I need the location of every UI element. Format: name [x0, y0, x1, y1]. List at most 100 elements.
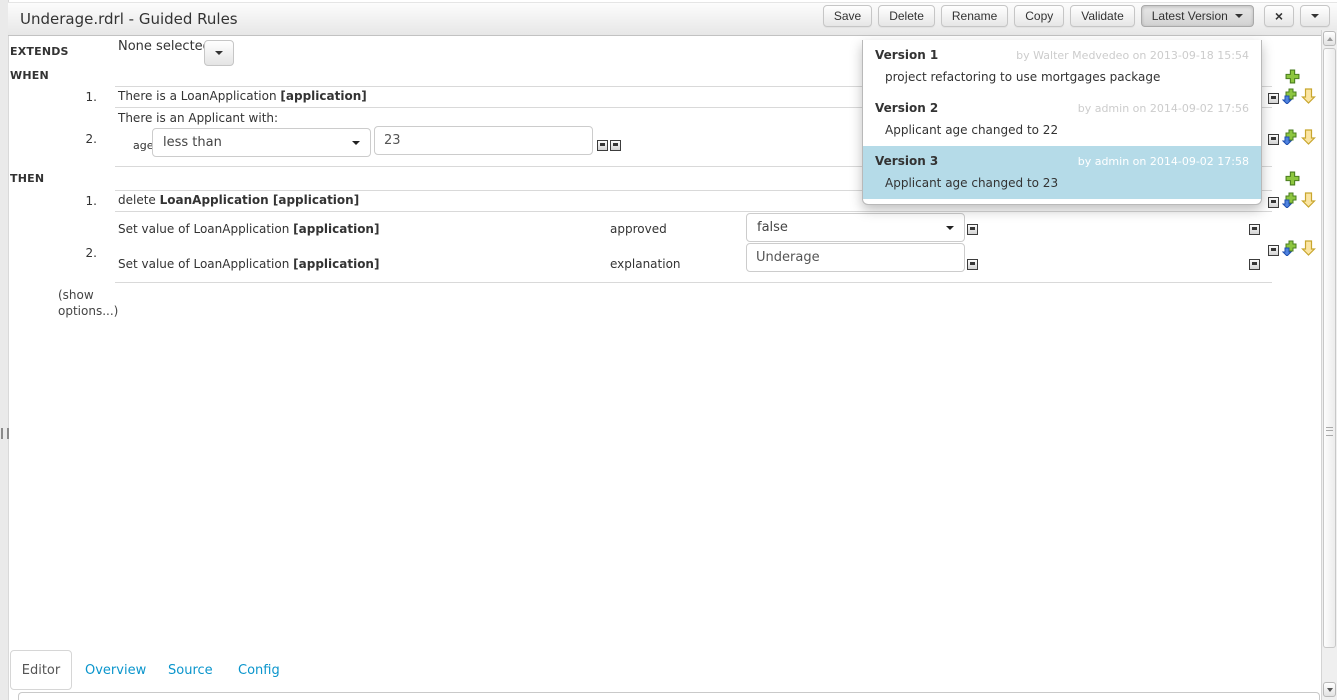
approved-field-label: approved: [610, 222, 667, 236]
tab-source[interactable]: Source: [168, 663, 213, 678]
caret-down-icon: [946, 226, 954, 230]
then-set1-binding: [application]: [293, 222, 379, 236]
approved-value: false: [757, 220, 788, 235]
arrow-down-icon: [1327, 688, 1333, 692]
when-row1-controls: [1268, 88, 1316, 108]
then-set1-text: Set value of LoanApplication: [118, 222, 293, 236]
version-item-selected[interactable]: Version 3 by admin on 2014-09-02 17:58 A…: [863, 146, 1261, 199]
explanation-value-input[interactable]: [746, 243, 965, 272]
then-row1-text: delete: [118, 193, 160, 207]
field-remove-button[interactable]: [610, 140, 621, 151]
tab-editor[interactable]: Editor: [10, 650, 72, 690]
guided-rules-editor: Underage.rdrl - Guided Rules Save Delete…: [0, 0, 1337, 700]
add-row-below-icon[interactable]: [1282, 88, 1298, 108]
version-meta: by Walter Medvedeo on 2013-09-18 15:54: [1016, 49, 1249, 62]
arrow-up-icon: [1327, 37, 1333, 41]
remove-row-button[interactable]: [1268, 93, 1279, 104]
then-set2-binding: [application]: [293, 257, 379, 271]
explanation-field-label: explanation: [610, 257, 681, 271]
add-row-below-icon[interactable]: [1282, 192, 1298, 212]
splitter-grip-icon: [1, 428, 9, 439]
caret-down-icon: [1311, 14, 1319, 18]
connective-add-button[interactable]: [597, 140, 608, 151]
then-row1-action[interactable]: delete LoanApplication [application]: [118, 193, 359, 207]
remove-row-button[interactable]: [1268, 197, 1279, 208]
then-row2-number: 2.: [75, 246, 97, 260]
divider: [115, 282, 1272, 283]
line-remove-button[interactable]: [1249, 259, 1260, 270]
version-head: Version 1 by Walter Medvedeo on 2013-09-…: [875, 48, 1249, 62]
when-row1-number: 1.: [75, 90, 97, 104]
add-row-below-icon[interactable]: [1282, 240, 1298, 260]
extends-dropdown-button[interactable]: [204, 40, 234, 66]
save-button[interactable]: Save: [823, 5, 872, 27]
move-down-icon[interactable]: [1301, 129, 1316, 149]
then-row1-controls: [1268, 192, 1316, 212]
close-button[interactable]: ×: [1264, 5, 1294, 27]
age-operator-value: less than: [163, 135, 222, 150]
extends-label: EXTENDS: [10, 45, 69, 58]
panel-splitter[interactable]: [0, 0, 9, 700]
remove-row-button[interactable]: [1268, 245, 1279, 256]
then-label: THEN: [10, 172, 44, 185]
age-value-input[interactable]: [374, 126, 593, 155]
when-label: WHEN: [10, 69, 49, 82]
tab-config[interactable]: Config: [238, 663, 280, 678]
tab-overview[interactable]: Overview: [85, 663, 146, 678]
version-selector-label: Latest Version: [1152, 9, 1228, 23]
add-row-below-icon[interactable]: [1282, 129, 1298, 149]
scroll-up-button[interactable]: [1323, 31, 1336, 46]
then-row2-controls: [1268, 240, 1316, 260]
add-condition-icon[interactable]: [1285, 69, 1300, 88]
close-icon: ×: [1275, 9, 1283, 23]
line-remove-button[interactable]: [1249, 224, 1260, 235]
remove-row-button[interactable]: [1268, 134, 1279, 145]
panel-menu-button[interactable]: [1300, 5, 1330, 27]
scrollbar-grip-icon: [1326, 427, 1333, 436]
lower-panel-edge: [18, 692, 1320, 700]
copy-button[interactable]: Copy: [1014, 5, 1064, 27]
version-name: Version 3: [875, 154, 938, 168]
delete-button[interactable]: Delete: [878, 5, 935, 27]
move-down-icon[interactable]: [1301, 88, 1316, 108]
caret-down-icon: [352, 141, 360, 145]
version-meta: by admin on 2014-09-02 17:58: [1078, 155, 1249, 168]
version-name: Version 1: [875, 48, 938, 62]
vertical-scrollbar[interactable]: [1321, 30, 1337, 700]
add-action-icon[interactable]: [1285, 171, 1300, 190]
version-head: Version 3 by admin on 2014-09-02 17:58: [875, 154, 1249, 168]
scroll-down-button[interactable]: [1323, 682, 1336, 697]
when-row1-pattern[interactable]: There is a LoanApplication [application]: [118, 89, 367, 103]
version-comment: Applicant age changed to 23: [875, 168, 1249, 199]
when-row2-header[interactable]: There is an Applicant with:: [118, 111, 278, 125]
move-down-icon[interactable]: [1301, 240, 1316, 260]
approved-value-select[interactable]: false: [746, 213, 965, 242]
when-row2-number: 2.: [75, 132, 97, 146]
then-set1-action[interactable]: Set value of LoanApplication [applicatio…: [118, 222, 379, 236]
when-row2-controls: [1268, 129, 1316, 149]
version-meta: by admin on 2014-09-02 17:56: [1078, 102, 1249, 115]
then-set2-action[interactable]: Set value of LoanApplication [applicatio…: [118, 257, 379, 271]
version-name: Version 2: [875, 101, 938, 115]
version-history-popup: Version 1 by Walter Medvedeo on 2013-09-…: [862, 40, 1262, 205]
then-row1-number: 1.: [75, 194, 97, 208]
field-remove-button[interactable]: [967, 259, 978, 270]
when-row1-text: There is a LoanApplication: [118, 89, 280, 103]
version-item[interactable]: Version 2 by admin on 2014-09-02 17:56 A…: [863, 93, 1261, 146]
age-operator-select[interactable]: less than: [152, 128, 371, 157]
version-item[interactable]: Version 1 by Walter Medvedeo on 2013-09-…: [863, 40, 1261, 93]
version-comment: Applicant age changed to 22: [875, 115, 1249, 146]
move-down-icon[interactable]: [1301, 192, 1316, 212]
scrollbar-thumb[interactable]: [1323, 48, 1336, 648]
age-field-label[interactable]: age: [133, 139, 154, 152]
then-set2-text: Set value of LoanApplication: [118, 257, 293, 271]
extends-value: None selected: [118, 39, 211, 54]
version-comment: project refactoring to use mortgages pac…: [875, 62, 1249, 93]
version-selector-button[interactable]: Latest Version: [1141, 5, 1254, 27]
rename-button[interactable]: Rename: [941, 5, 1008, 27]
validate-button[interactable]: Validate: [1070, 5, 1134, 27]
show-options-link[interactable]: (show options...): [58, 287, 122, 319]
toolbar: Save Delete Rename Copy Validate Latest …: [823, 5, 1330, 27]
when-row1-binding: [application]: [280, 89, 366, 103]
field-remove-button[interactable]: [967, 224, 978, 235]
